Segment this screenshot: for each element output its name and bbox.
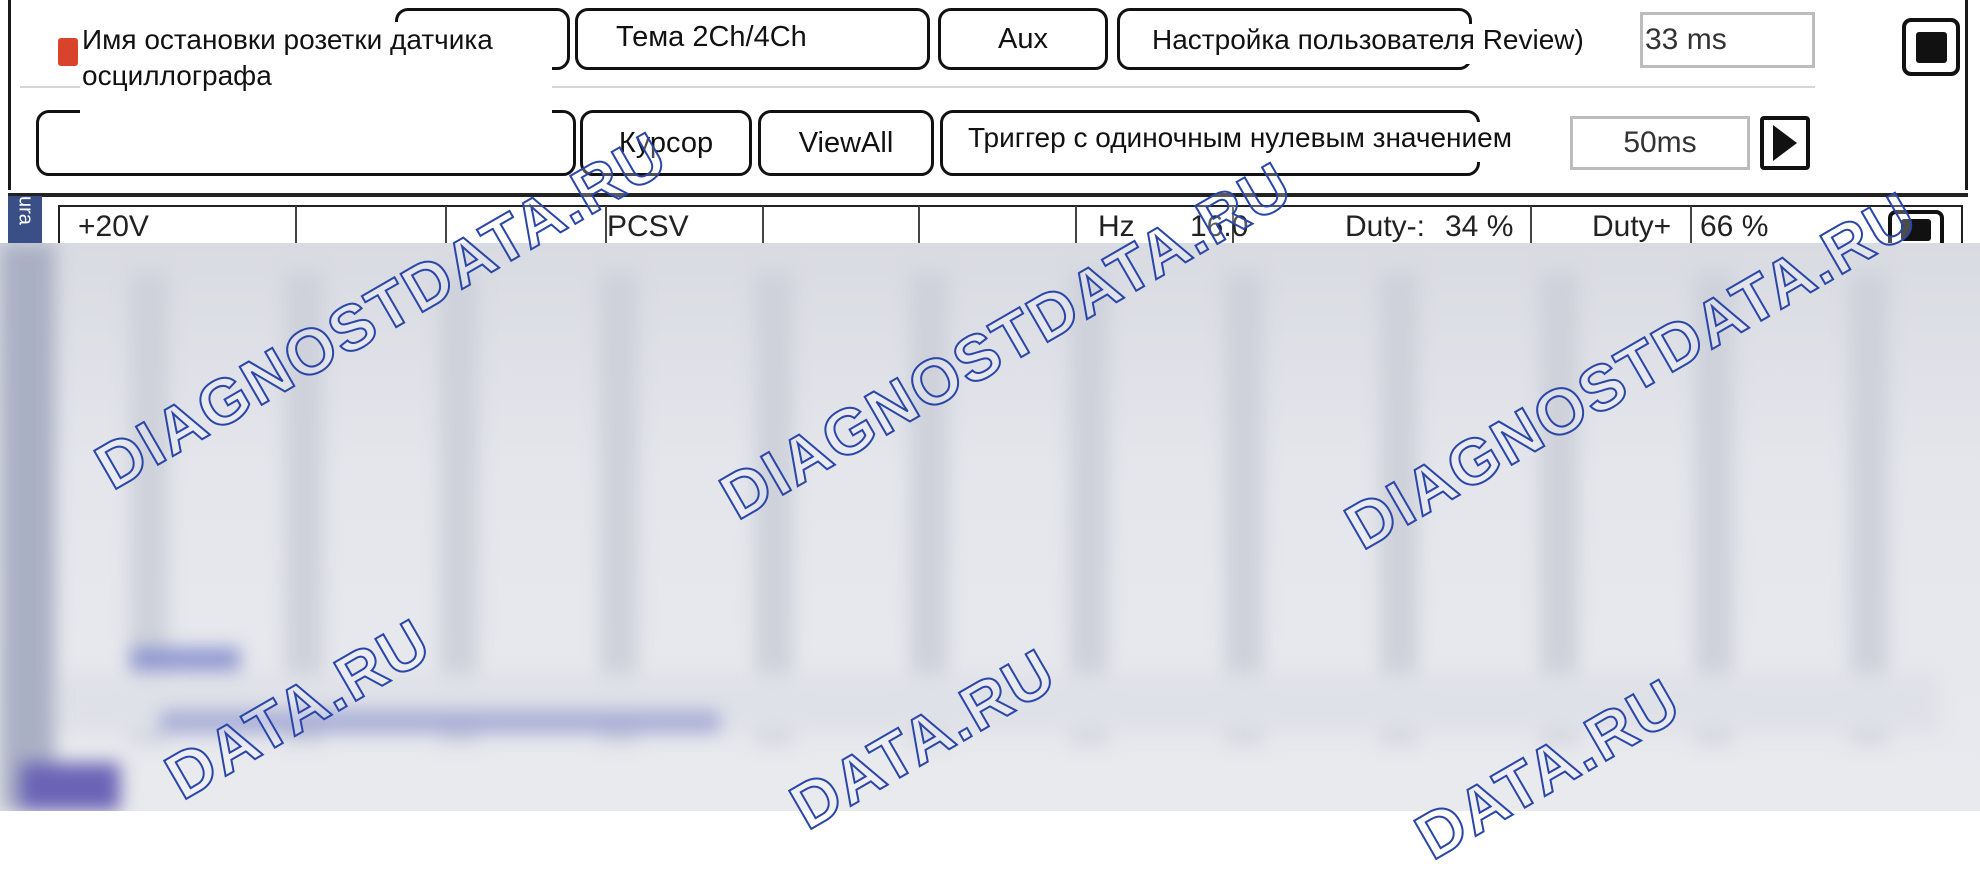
user-settings-label: Настройка пользователя Review) — [1152, 24, 1640, 64]
measurement-side-tab[interactable]: ura — [8, 196, 42, 246]
export-csv-label[interactable]: PCSV — [607, 210, 689, 244]
channel-stop-button[interactable] — [1888, 210, 1944, 246]
voltage-scale-label[interactable]: +20V — [78, 210, 149, 244]
duty-minus-value: 34 % — [1445, 210, 1514, 243]
red-marker-icon — [58, 38, 78, 66]
cursor-button[interactable]: Курсор — [580, 110, 752, 176]
measurement-divider — [445, 206, 447, 246]
measurement-divider — [1690, 206, 1692, 246]
timebase-field[interactable]: 50ms — [1570, 116, 1750, 170]
stop-square-icon — [1915, 31, 1947, 63]
duty-minus-label: Duty-: — [1345, 210, 1426, 243]
blurred-link — [160, 711, 720, 733]
measurement-divider — [918, 206, 920, 246]
aux-button[interactable]: Aux — [938, 8, 1108, 70]
trigger-label: Триггер с одиночным нулевым значением — [968, 122, 1580, 162]
obscured-waveform-area — [0, 243, 1980, 811]
refresh-interval-field[interactable]: 33 ms — [1640, 12, 1815, 68]
viewall-button[interactable]: ViewAll — [758, 110, 934, 176]
play-triangle-icon — [1773, 125, 1797, 161]
measurement-divider — [295, 206, 297, 246]
frequency-value: 16.0 — [1190, 210, 1249, 243]
measurement-frame — [58, 205, 1963, 245]
blurred-sidebar — [0, 243, 55, 811]
sensor-stop-name-label: Имя остановки розетки датчика осциллогра… — [80, 22, 552, 172]
measurement-divider — [762, 206, 764, 246]
duty-plus-label: Duty+ — [1592, 210, 1672, 243]
frequency-label: Hz — [1098, 210, 1135, 243]
stop-button[interactable] — [1902, 18, 1960, 76]
blurred-badge — [20, 763, 120, 811]
blurred-link — [130, 648, 240, 670]
blurred-content — [0, 243, 1980, 811]
play-button[interactable] — [1760, 116, 1810, 170]
theme-button[interactable]: Тема 2Ch/4Ch — [575, 8, 930, 70]
duty-plus-value: 66 % — [1700, 210, 1769, 243]
measurement-divider — [1530, 206, 1532, 246]
measurement-divider — [1075, 206, 1077, 246]
stop-square-icon — [1901, 218, 1931, 242]
